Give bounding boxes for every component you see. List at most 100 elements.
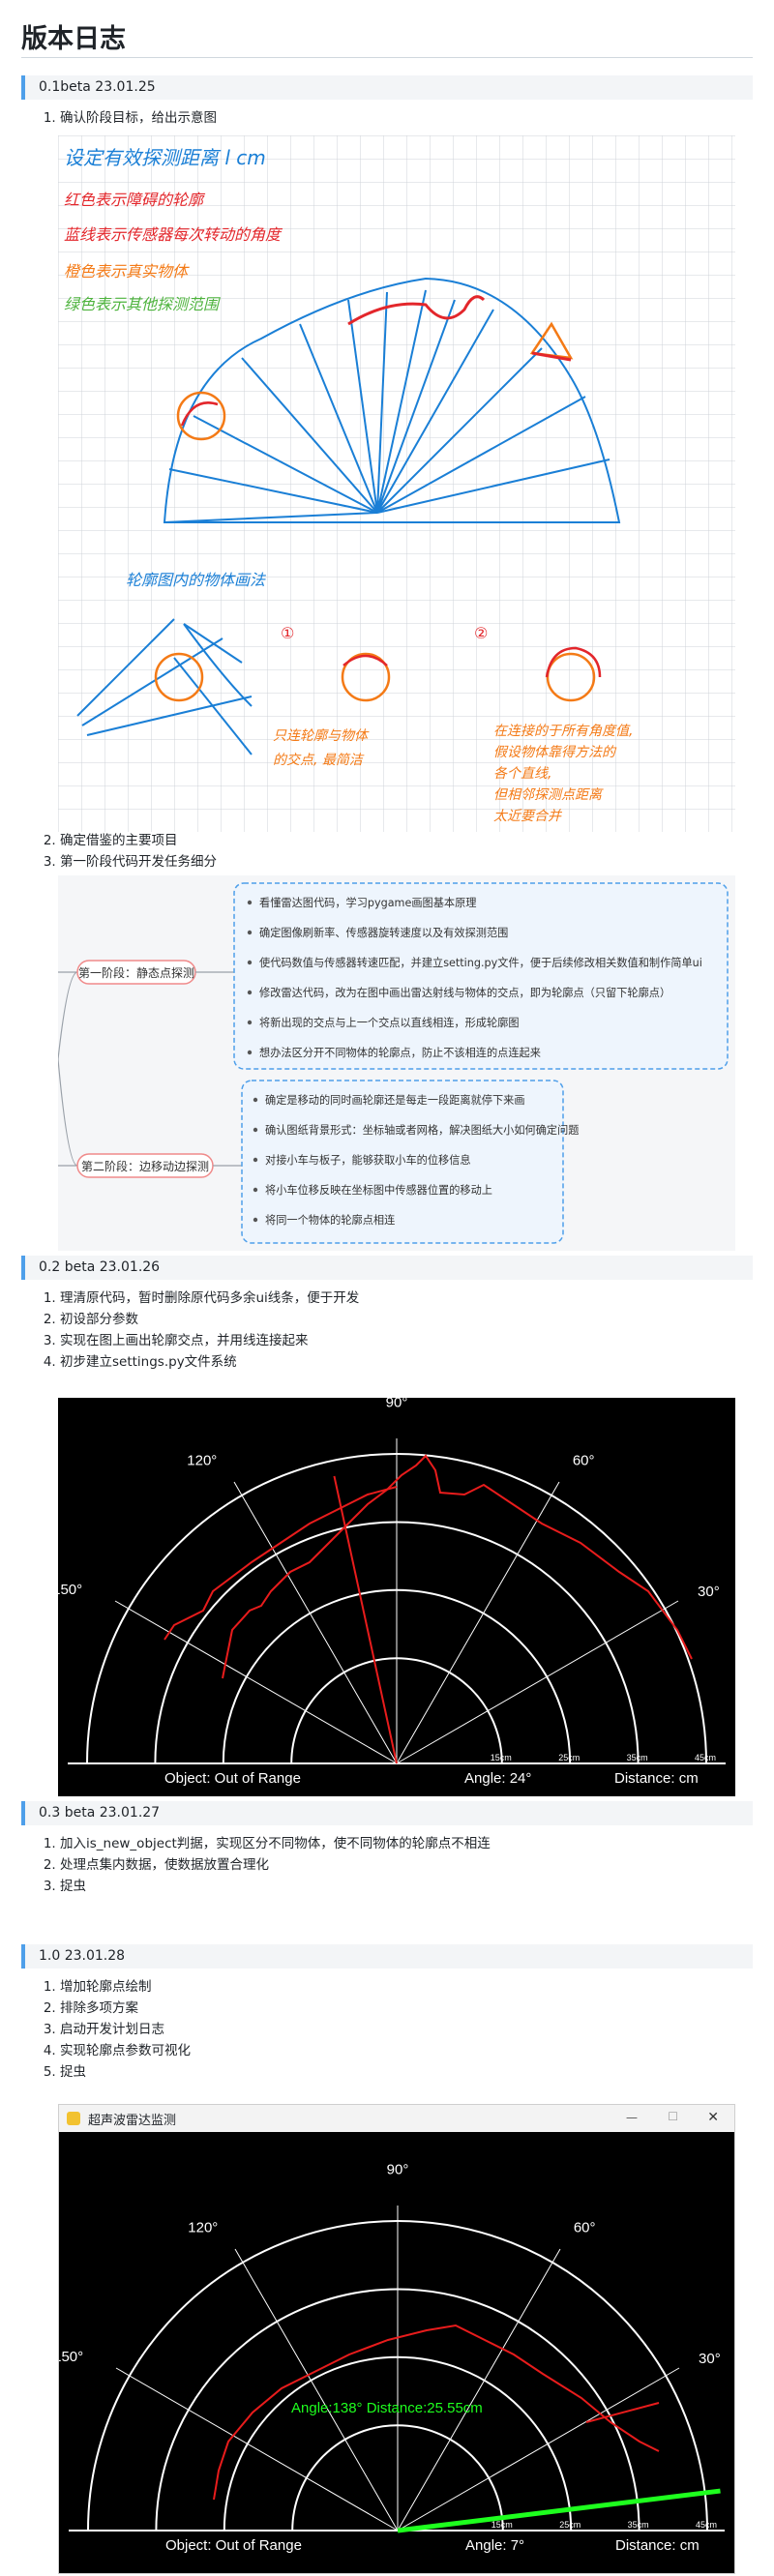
window-title: 超声波雷达监测 — [88, 2113, 177, 2128]
list-item: 实现轮廓点参数可视化 — [60, 2040, 753, 2061]
mindmap-item: 将同一个物体的轮廓点相连 — [265, 1213, 395, 1227]
minimize-button[interactable]: — — [626, 2111, 638, 2124]
bullet-dot — [247, 930, 253, 935]
section-01-list-a: 确认阶段目标，给出示意图 — [60, 107, 753, 129]
note-orange: 橙色表示真实物体 — [64, 262, 190, 281]
distance-label: 35cm — [627, 1753, 648, 1762]
mark-1: ① — [281, 624, 294, 642]
stage2-label: 第二阶段：边移动边探测 — [81, 1159, 209, 1173]
section-10: 1.0 23.01.28 增加轮廓点绘制 排除多项方案 启动开发计划日志 实现轮… — [21, 1944, 753, 2083]
section-02-list: 理清原代码，暂时删除原代码多余ui线条，便于开发 初设部分参数 实现在图上画出轮… — [60, 1288, 753, 1373]
bullet-dot — [253, 1187, 258, 1193]
mindmap-item: 将小车位移反映在坐标图中传感器位置的移动上 — [265, 1183, 492, 1197]
list-item: 实现在图上画出轮廓交点，并用线连接起来 — [60, 1330, 753, 1351]
mindmap-item: 对接小车与板子，能够获取小车的位移信息 — [265, 1153, 471, 1167]
section-01-list-b-wrap: 确定借鉴的主要项目 第一阶段代码开发任务细分 — [21, 830, 753, 873]
document: 版本日志 0.1beta 23.01.25 确认阶段目标，给出示意图 — [21, 0, 753, 129]
bullet-dot — [253, 1097, 258, 1103]
stage1-box — [233, 882, 729, 1070]
mark-2: ② — [474, 624, 488, 642]
distance-label: 35cm — [628, 2520, 649, 2530]
distance-label: 45cm — [695, 1753, 716, 1762]
angle-label: 150° — [58, 1582, 82, 1598]
angle-label: 30° — [698, 1584, 720, 1600]
list-item: 捉虫 — [60, 2061, 753, 2083]
section-02: 0.2 beta 23.01.26 理清原代码，暂时删除原代码多余ui线条，便于… — [21, 1256, 753, 1373]
angle-status: Angle: 7° — [465, 2537, 524, 2554]
radar-window: 超声波雷达监测 — ☐ ✕ 90° 120° 60° 150° 30° 15cm 25cm 3… — [58, 2104, 735, 2574]
list-item: 启动开发计划日志 — [60, 2019, 753, 2040]
note-blue: 设定有效探测距离 l cm — [64, 146, 266, 169]
stage1-label: 第一阶段：静态点探测 — [78, 965, 194, 980]
close-button[interactable]: ✕ — [707, 2110, 719, 2125]
list-item: 捉虫 — [60, 1876, 753, 1897]
distance-label: 15cm — [491, 2520, 513, 2530]
note-2-line: 在连接的于所有角度值, — [493, 724, 633, 739]
note-1-line: 的交点, 最简洁 — [273, 753, 365, 768]
note-2-line: 各个直线, — [493, 766, 551, 782]
maximize-button[interactable]: ☐ — [668, 2110, 678, 2123]
object-status: Object: Out of Range — [164, 1770, 301, 1787]
list-item: 确定借鉴的主要项目 — [60, 830, 753, 851]
radar-screenshot-2: 90° 120° 60° 150° 30° 15cm 25cm 35cm 45cm Object:… — [59, 2132, 734, 2573]
list-item: 初设部分参数 — [60, 1309, 753, 1330]
radar-screenshot-1: 90° 120° 60° 150° 30° 15cm 25cm 35cm 45cm Object:… — [58, 1398, 735, 1796]
bullet-dot — [253, 1157, 258, 1163]
angle-label: 30° — [699, 2351, 721, 2367]
bullet-dot — [247, 900, 253, 905]
task-mindmap: 第一阶段：静态点探测 第二阶段：边移动边探测 看懂雷达图代码，学习pygame画… — [58, 875, 735, 1251]
page-title: 版本日志 — [21, 0, 753, 58]
list-item: 排除多项方案 — [60, 1998, 753, 2019]
object-status: Object: Out of Range — [165, 2537, 302, 2554]
section-03: 0.3 beta 23.01.27 加入is_new_object判据，实现区分… — [21, 1801, 753, 1897]
distance-label: 45cm — [696, 2520, 717, 2530]
distance-label: 15cm — [491, 1753, 512, 1762]
note-2-line: 假设物体靠得方法的 — [493, 745, 617, 760]
bullet-dot — [253, 1127, 258, 1133]
mindmap-item: 看懂雷达图代码，学习pygame画图基本原理 — [259, 896, 476, 909]
note-2-line: 但相邻探测点距离 — [493, 787, 604, 803]
list-item: 增加轮廓点绘制 — [60, 1976, 753, 1998]
list-item: 理清原代码，暂时删除原代码多余ui线条，便于开发 — [60, 1288, 753, 1309]
section-heading-03: 0.3 beta 23.01.27 — [21, 1801, 753, 1825]
app-icon — [67, 2112, 80, 2125]
mindmap-item: 使代码数值与传感器转速匹配，并建立setting.py文件，便于后续修改相关数值… — [259, 956, 702, 969]
angle-label: 60° — [573, 1453, 595, 1469]
sketch-diagram: 设定有效探测距离 l cm 红色表示障碍的轮廓 蓝线表示传感器每次转动的角度 橙… — [58, 135, 735, 832]
mindmap-item: 确认图纸背景形式：坐标轴或者网格，解决图纸大小如何确定问题 — [265, 1123, 579, 1137]
list-item: 处理点集内数据，使数据放置合理化 — [60, 1854, 753, 1876]
angle-label: 120° — [188, 2220, 218, 2236]
note-green: 绿色表示其他探测范围 — [64, 295, 221, 313]
distance-status: Distance: cm — [614, 1770, 699, 1787]
list-item: 第一阶段代码开发任务细分 — [60, 851, 753, 873]
section-10-list: 增加轮廓点绘制 排除多项方案 启动开发计划日志 实现轮廓点参数可视化 捉虫 — [60, 1976, 753, 2083]
bullet-dot — [247, 960, 253, 965]
mindmap-item: 确定是移动的同时画轮廓还是每走一段距离就停下来画 — [265, 1093, 525, 1107]
list-item: 确认阶段目标，给出示意图 — [60, 107, 753, 129]
mindmap-item: 想办法区分开不同物体的轮廓点，防止不该相连的点连起来 — [259, 1046, 541, 1059]
section-03-list: 加入is_new_object判据，实现区分不同物体，使不同物体的轮廓点不相连 … — [60, 1833, 753, 1897]
bullet-dot — [247, 1050, 253, 1055]
bullet-dot — [247, 990, 253, 995]
section-heading-01: 0.1beta 23.01.25 — [21, 75, 753, 100]
mindmap-item: 确定图像刷新率、传感器旋转速度以及有效探测范围 — [259, 926, 508, 939]
angle-label: 90° — [387, 2162, 409, 2178]
bullet-dot — [247, 1020, 253, 1025]
section-01-list-b: 确定借鉴的主要项目 第一阶段代码开发任务细分 — [60, 830, 753, 873]
note-2-line: 太近要合并 — [493, 809, 563, 824]
distance-status: Distance: cm — [615, 2537, 700, 2554]
note-mid: 轮廓图内的物体画法 — [126, 571, 267, 589]
point-readout: Angle:138° Distance:25.55cm — [291, 2400, 483, 2416]
note-1-line: 只连轮廓与物体 — [273, 728, 370, 744]
angle-label: 60° — [574, 2220, 596, 2236]
window-titlebar: 超声波雷达监测 — ☐ ✕ — [59, 2105, 734, 2132]
distance-label: 25cm — [559, 2520, 580, 2530]
bullet-dot — [253, 1217, 258, 1223]
list-item: 初步建立settings.py文件系统 — [60, 1351, 753, 1373]
note-red-2: 蓝线表示传感器每次转动的角度 — [64, 225, 283, 244]
list-item: 加入is_new_object判据，实现区分不同物体，使不同物体的轮廓点不相连 — [60, 1833, 753, 1854]
section-heading-02: 0.2 beta 23.01.26 — [21, 1256, 753, 1280]
angle-label: 120° — [187, 1453, 217, 1469]
distance-label: 25cm — [558, 1753, 580, 1762]
angle-status: Angle: 24° — [464, 1770, 531, 1787]
